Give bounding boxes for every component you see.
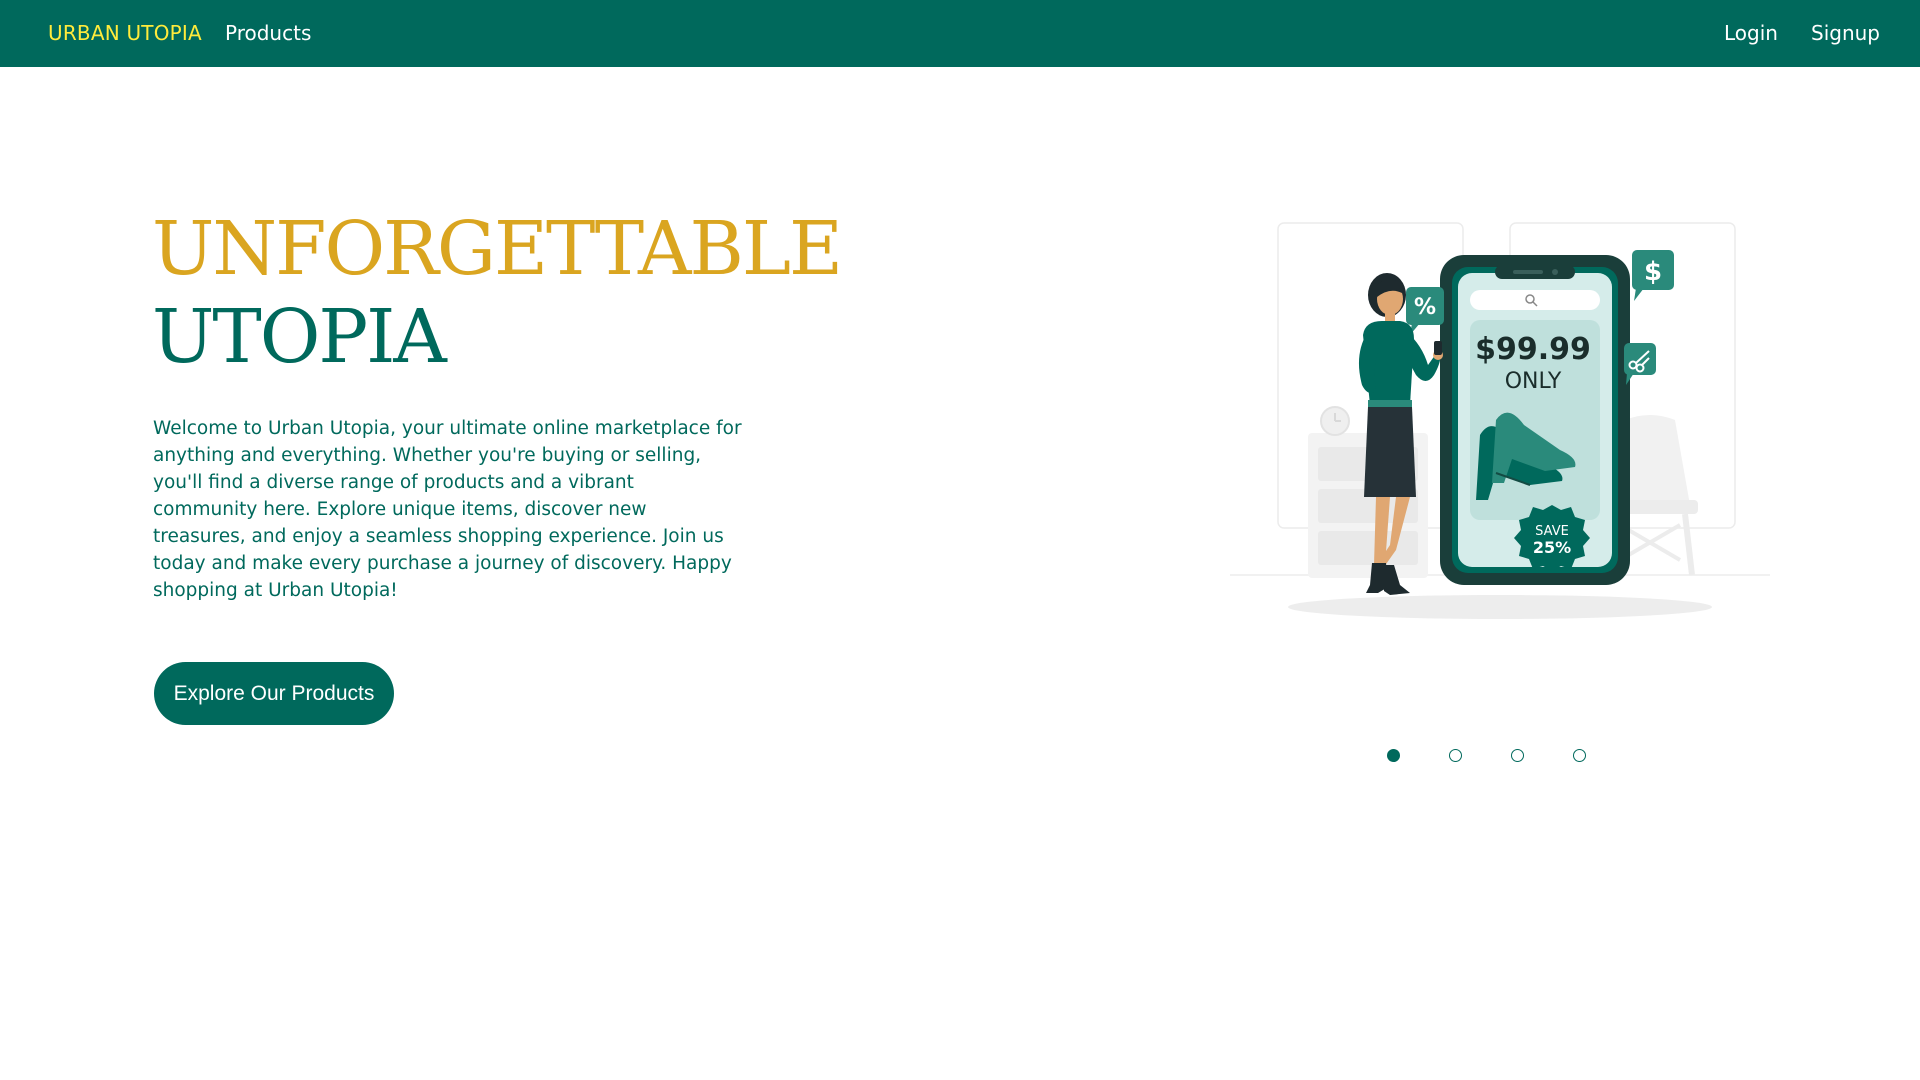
hero-title: UNFORGETTABLE UTOPIA — [152, 205, 843, 381]
hero-title-line2: UTOPIA — [152, 294, 447, 380]
explore-products-button[interactable]: Explore Our Products — [154, 662, 394, 725]
hero-illustration: $99.99 ONLY SAVE 25% % $ — [1230, 215, 1770, 625]
badge-percent-text: 25% — [1533, 538, 1571, 557]
dollar-bubble-text: $ — [1644, 257, 1662, 287]
carousel-dot-3[interactable] — [1511, 749, 1524, 762]
percent-bubble-text: % — [1414, 295, 1436, 320]
brand-link[interactable]: URBAN UTOPIA — [48, 21, 202, 45]
carousel-dot-4[interactable] — [1573, 749, 1586, 762]
shopping-illustration: $99.99 ONLY SAVE 25% % $ — [1230, 222, 1770, 619]
carousel-dot-2[interactable] — [1449, 749, 1462, 762]
nav-signup-link[interactable]: Signup — [1811, 21, 1880, 45]
top-navbar: URBAN UTOPIA Products Login Signup — [0, 0, 1920, 67]
price-text: $99.99 — [1475, 332, 1591, 367]
hero-title-line1: UNFORGETTABLE — [152, 206, 843, 292]
nav-products-link[interactable]: Products — [225, 21, 311, 45]
price-note-text: ONLY — [1505, 369, 1562, 394]
nav-login-link[interactable]: Login — [1724, 21, 1778, 45]
carousel-dot-1[interactable] — [1387, 749, 1400, 762]
badge-save-text: SAVE — [1535, 524, 1569, 539]
hero-description: Welcome to Urban Utopia, your ultimate o… — [153, 418, 742, 601]
